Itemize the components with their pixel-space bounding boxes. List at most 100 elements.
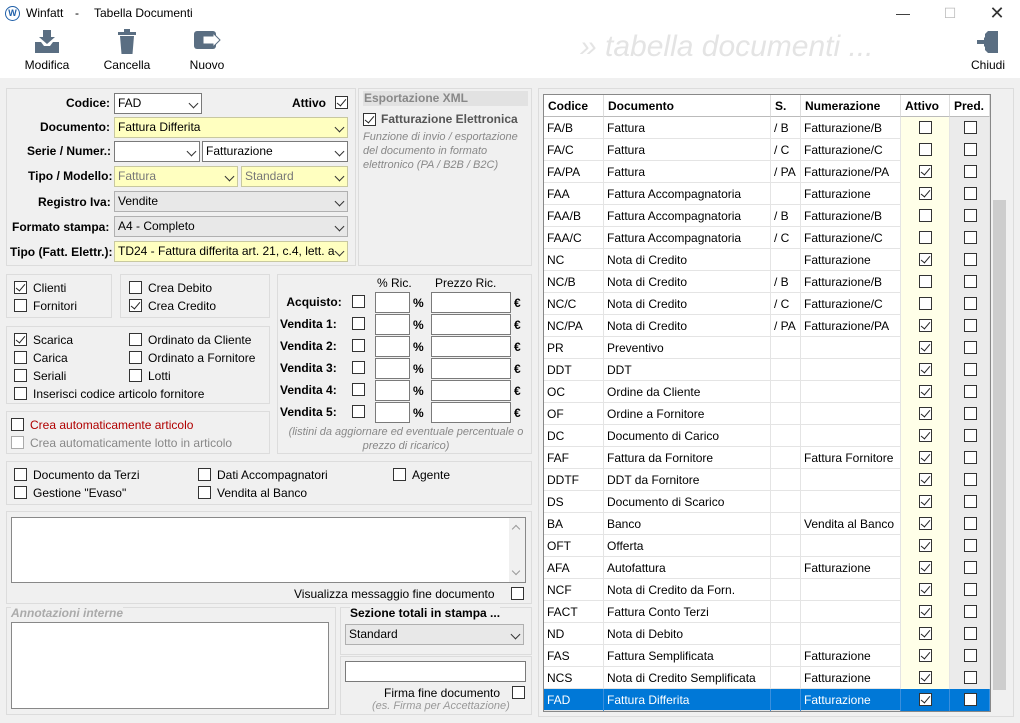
pred-row-checkbox[interactable] (964, 495, 977, 508)
pred-row-checkbox[interactable] (964, 253, 977, 266)
table-row[interactable]: FAA/C Fattura Accompagnatoria / C Fattur… (544, 227, 990, 249)
table-row[interactable]: DC Documento di Carico (544, 425, 990, 447)
pred-row-checkbox[interactable] (964, 363, 977, 376)
vendita-banco-checkbox[interactable] (198, 486, 211, 499)
attivo-row-checkbox[interactable] (919, 407, 932, 420)
maximize-button[interactable]: ☐ (927, 0, 973, 26)
pred-row-checkbox[interactable] (964, 693, 977, 706)
pred-row-checkbox[interactable] (964, 583, 977, 596)
ricarico-percent-input[interactable] (375, 314, 410, 335)
pred-row-checkbox[interactable] (964, 319, 977, 332)
ricarico-prezzo-input[interactable] (431, 358, 511, 379)
ricarico-prezzo-input[interactable] (431, 402, 511, 423)
attivo-row-checkbox[interactable] (919, 209, 932, 222)
ricarico-percent-input[interactable] (375, 292, 410, 313)
pred-row-checkbox[interactable] (964, 121, 977, 134)
modello-combo[interactable]: Standard (241, 166, 348, 187)
pred-row-checkbox[interactable] (964, 451, 977, 464)
ricarico-prezzo-input[interactable] (431, 336, 511, 357)
attivo-row-checkbox[interactable] (919, 385, 932, 398)
attivo-row-checkbox[interactable] (919, 253, 932, 266)
attivo-row-checkbox[interactable] (919, 583, 932, 596)
firma-input[interactable] (345, 661, 526, 682)
attivo-row-checkbox[interactable] (919, 561, 932, 574)
table-row[interactable]: BA Banco Vendita al Banco (544, 513, 990, 535)
documento-combo[interactable]: Fattura Differita (114, 117, 348, 138)
attivo-row-checkbox[interactable] (919, 319, 932, 332)
table-row[interactable]: FA/C Fattura / C Fatturazione/C (544, 139, 990, 161)
table-row[interactable]: NC/PA Nota di Credito / PA Fatturazione/… (544, 315, 990, 337)
crea-credito-checkbox[interactable] (129, 299, 142, 312)
crea-articolo-checkbox[interactable] (11, 418, 24, 431)
ricarico-checkbox[interactable] (352, 339, 365, 352)
pred-row-checkbox[interactable] (964, 561, 977, 574)
ricarico-prezzo-input[interactable] (431, 292, 511, 313)
attivo-row-checkbox[interactable] (919, 143, 932, 156)
dati-accompagnatori-checkbox[interactable] (198, 468, 211, 481)
messaggio-scrollbar[interactable] (509, 518, 525, 582)
col-documento-header[interactable]: Documento (604, 95, 771, 117)
registro-combo[interactable]: Vendite (114, 191, 348, 212)
attivo-row-checkbox[interactable] (919, 539, 932, 552)
tipofe-combo[interactable]: TD24 - Fattura differita art. 21, c.4, l… (114, 241, 348, 262)
table-row[interactable]: FAF Fattura da Fornitore Fattura Fornito… (544, 447, 990, 469)
pred-row-checkbox[interactable] (964, 517, 977, 530)
pred-row-checkbox[interactable] (964, 187, 977, 200)
ricarico-percent-input[interactable] (375, 358, 410, 379)
documento-terzi-checkbox[interactable] (14, 468, 27, 481)
table-row[interactable]: NC/C Nota di Credito / C Fatturazione/C (544, 293, 990, 315)
ricarico-checkbox[interactable] (352, 317, 365, 330)
pred-row-checkbox[interactable] (964, 473, 977, 486)
col-serie-header[interactable]: S. (771, 95, 801, 117)
pred-row-checkbox[interactable] (964, 671, 977, 684)
attivo-row-checkbox[interactable] (919, 627, 932, 640)
attivo-row-checkbox[interactable] (919, 187, 932, 200)
attivo-row-checkbox[interactable] (919, 121, 932, 134)
table-row[interactable]: ND Nota di Debito (544, 623, 990, 645)
sezione-combo[interactable]: Standard (345, 624, 524, 645)
ricarico-prezzo-input[interactable] (431, 314, 511, 335)
ricarico-percent-input[interactable] (375, 402, 410, 423)
attivo-row-checkbox[interactable] (919, 517, 932, 530)
table-row[interactable]: FACT Fattura Conto Terzi (544, 601, 990, 623)
annotazioni-textarea[interactable] (11, 622, 329, 709)
pred-row-checkbox[interactable] (964, 143, 977, 156)
nuovo-button[interactable]: Nuovo (185, 26, 229, 76)
attivo-row-checkbox[interactable] (919, 275, 932, 288)
ricarico-percent-input[interactable] (375, 336, 410, 357)
table-row[interactable]: NCS Nota di Credito Semplificata Fattura… (544, 667, 990, 689)
cancella-button[interactable]: Cancella (100, 26, 154, 76)
ordinato-cliente-checkbox[interactable] (129, 333, 142, 346)
table-row[interactable]: FAA Fattura Accompagnatoria Fatturazione (544, 183, 990, 205)
pred-row-checkbox[interactable] (964, 605, 977, 618)
table-row[interactable]: FA/PA Fattura / PA Fatturazione/PA (544, 161, 990, 183)
crea-lotto-checkbox[interactable] (11, 436, 24, 449)
table-row[interactable]: OC Ordine da Cliente (544, 381, 990, 403)
numerazione-combo[interactable]: Fatturazione (202, 141, 348, 162)
seriali-checkbox[interactable] (14, 369, 27, 382)
pred-row-checkbox[interactable] (964, 275, 977, 288)
ordinato-fornitore-checkbox[interactable] (129, 351, 142, 364)
fornitori-checkbox[interactable] (14, 299, 27, 312)
crea-debito-checkbox[interactable] (129, 281, 142, 294)
table-row[interactable]: DS Documento di Scarico (544, 491, 990, 513)
col-attivo-header[interactable]: Attivo (901, 95, 950, 117)
close-button[interactable]: ✕ (974, 0, 1020, 26)
codice-combo[interactable]: FAD (114, 93, 202, 114)
attivo-checkbox[interactable] (335, 96, 348, 109)
table-row[interactable]: FAD Fattura Differita Fatturazione (544, 689, 990, 711)
pred-row-checkbox[interactable] (964, 407, 977, 420)
attivo-row-checkbox[interactable] (919, 429, 932, 442)
ricarico-checkbox[interactable] (352, 405, 365, 418)
table-row[interactable]: PR Preventivo (544, 337, 990, 359)
table-row[interactable]: NC Nota di Credito Fatturazione (544, 249, 990, 271)
pred-row-checkbox[interactable] (964, 341, 977, 354)
inserisci-codice-checkbox[interactable] (14, 387, 27, 400)
attivo-row-checkbox[interactable] (919, 341, 932, 354)
col-pred-header[interactable]: Pred. (950, 95, 990, 117)
attivo-row-checkbox[interactable] (919, 693, 932, 706)
ricarico-checkbox[interactable] (352, 361, 365, 374)
agente-checkbox[interactable] (393, 468, 406, 481)
pred-row-checkbox[interactable] (964, 539, 977, 552)
table-row[interactable]: AFA Autofattura Fatturazione (544, 557, 990, 579)
